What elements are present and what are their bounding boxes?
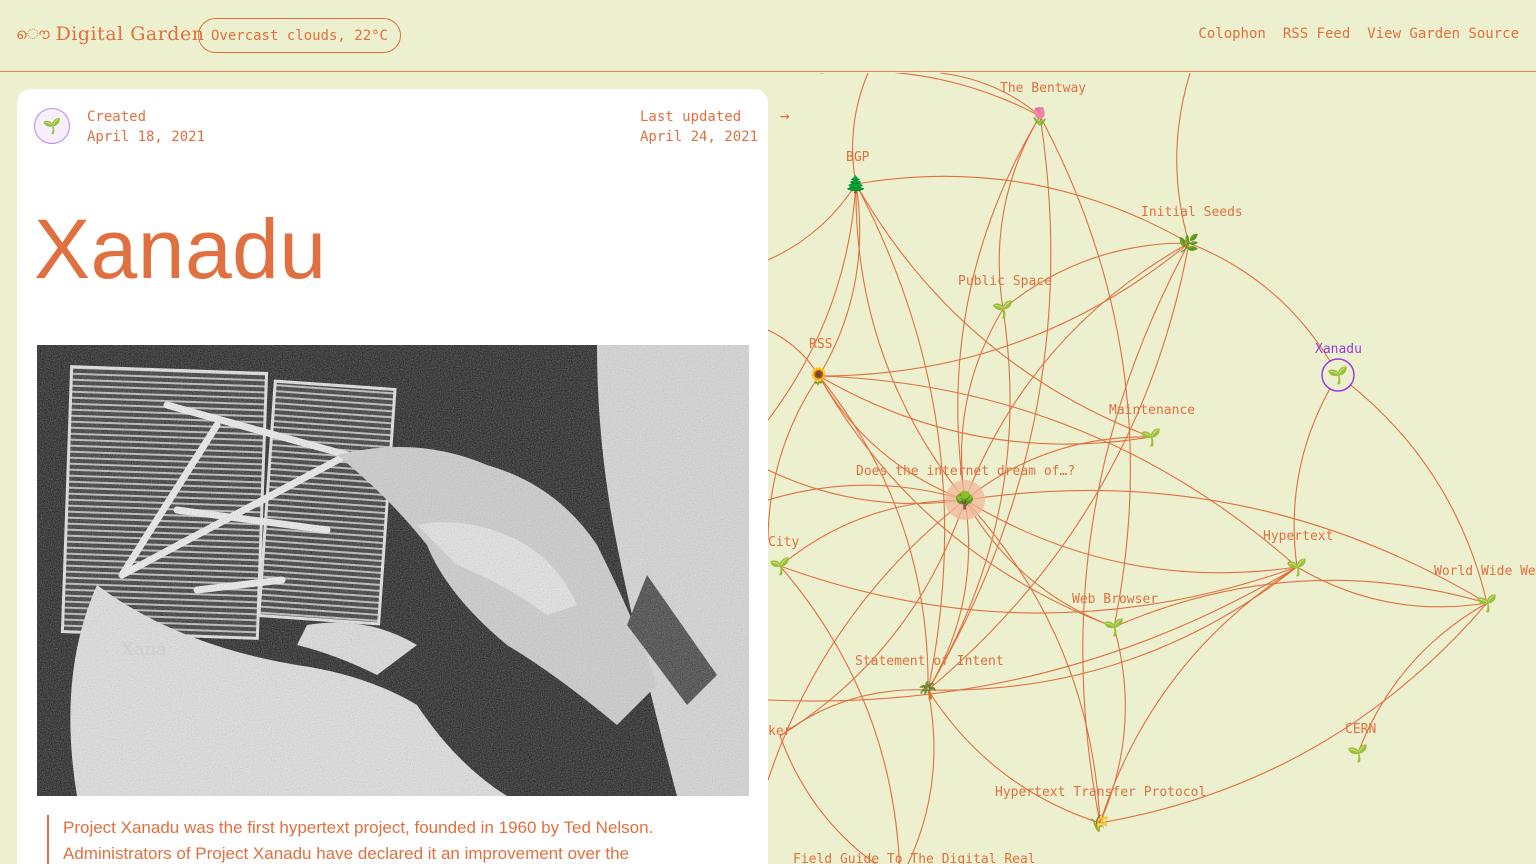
graph-node-bgp[interactable]: BGP 🌲 bbox=[845, 150, 869, 195]
graph-edge bbox=[1082, 242, 1190, 824]
updated-date: April 24, 2021 bbox=[640, 129, 759, 145]
graph-node-statement[interactable]: Statement of Intent 🌴 bbox=[855, 654, 1004, 701]
graph-node-label: ker bbox=[768, 724, 792, 739]
site-header: ൌ Digital Garden Overcast clouds, 22°C C… bbox=[0, 0, 1536, 72]
graph-node-label: Field Guide To The Digital Real bbox=[793, 852, 1036, 864]
graph-node-hypertext[interactable]: Hypertext 🌱 bbox=[1263, 529, 1333, 578]
graph-node-label: Xanadu bbox=[1315, 342, 1362, 357]
graph-node-xanadu[interactable]: Xanadu 🌱 bbox=[1315, 342, 1362, 392]
graph-node-label: Web Browser bbox=[1072, 592, 1158, 607]
plant-icon: 🌱 bbox=[1327, 366, 1348, 386]
plant-icon: 🌴 bbox=[917, 680, 938, 701]
plant-icon: 🌱 bbox=[769, 557, 790, 577]
sprout-logo-icon: ൌ bbox=[16, 25, 50, 43]
graph-edge bbox=[1039, 115, 1131, 628]
created-meta: Created April 18, 2021 bbox=[87, 107, 205, 147]
graph-edge bbox=[855, 175, 1190, 244]
graph-node-label: Hypertext bbox=[1263, 529, 1333, 544]
note-card: 🌱 Created April 18, 2021 Last updated Ap… bbox=[17, 89, 768, 864]
plant-icon: 🌷 bbox=[1029, 106, 1050, 127]
graph-node-label: Hypertext Transfer Protocol bbox=[995, 785, 1206, 800]
graph-node-bentway[interactable]: The Bentway 🌷 bbox=[1000, 81, 1086, 127]
nav-colophon[interactable]: Colophon bbox=[1198, 26, 1265, 42]
graph-nodes: The Bentway 🌷 BGP 🌲 Initial Seeds 🌿 Public Spa… bbox=[768, 81, 1536, 864]
graph-edge bbox=[768, 183, 857, 261]
plant-icon: 🌱 bbox=[1476, 594, 1497, 614]
plant-icon: 🌳 bbox=[954, 490, 975, 511]
created-label: Created bbox=[87, 109, 147, 125]
plant-icon: 🌱 bbox=[1286, 558, 1307, 578]
graph-node-label: Does the internet dream of…? bbox=[856, 464, 1075, 479]
graph-node-label: Statement of Intent bbox=[855, 654, 1004, 669]
photo-handwriting: Xana bbox=[121, 639, 167, 660]
site-title: Digital Garden bbox=[55, 23, 205, 45]
plant-icon: 🌱 bbox=[1347, 744, 1368, 764]
updated-label: Last updated bbox=[640, 109, 742, 125]
graph-node-label: Public Space bbox=[958, 274, 1052, 289]
graph-node-label: Initial Seeds bbox=[1141, 205, 1243, 220]
plant-icon: 🌱 bbox=[992, 300, 1013, 320]
graph-edge bbox=[927, 689, 1101, 824]
note-excerpt: Project Xanadu was the first hypertext p… bbox=[47, 815, 707, 864]
site-logo[interactable]: ൌ Digital Garden bbox=[16, 18, 204, 50]
graph-edge bbox=[818, 375, 1152, 445]
plant-icon: 🌱 bbox=[1140, 428, 1161, 448]
plant-icon: 🌱 bbox=[1103, 618, 1124, 638]
plant-icon: 🌾 bbox=[1089, 814, 1110, 834]
graph-node-label: World Wide We bbox=[1434, 564, 1536, 579]
graph-node-cern[interactable]: CERN 🌱 bbox=[1345, 722, 1376, 764]
growth-stage-avatar: 🌱 bbox=[34, 108, 70, 144]
plant-icon: 🌿 bbox=[1178, 233, 1199, 254]
plant-icon: 🌻 bbox=[808, 366, 829, 387]
graph-edge bbox=[907, 689, 935, 864]
graph-node-label: Maintenance bbox=[1109, 403, 1195, 418]
graph-node-label: RSS bbox=[809, 337, 832, 352]
page-title: Xanadu bbox=[34, 202, 327, 296]
graph-edge bbox=[768, 375, 820, 541]
weather-badge: Overcast clouds, 22°C bbox=[198, 18, 401, 53]
graph-node-http[interactable]: Hypertext Transfer Protocol 🌾 bbox=[995, 785, 1206, 834]
nav-rss-feed[interactable]: RSS Feed bbox=[1283, 26, 1350, 42]
graph-node-field[interactable]: Field Guide To The Digital Real bbox=[793, 852, 1036, 864]
graph-edge bbox=[779, 499, 966, 567]
graph-edge bbox=[1113, 579, 1488, 628]
garden-graph[interactable]: The Bentway 🌷 BGP 🌲 Initial Seeds 🌿 Public Spa… bbox=[768, 73, 1536, 864]
graph-edge bbox=[852, 73, 869, 185]
graph-edge bbox=[855, 183, 946, 691]
graph-node-seeds[interactable]: Initial Seeds 🌿 bbox=[1141, 205, 1243, 254]
top-nav: Colophon RSS Feed View Garden Source bbox=[1198, 26, 1519, 42]
graph-node-label: The Bentway bbox=[1000, 81, 1086, 96]
graph-edge bbox=[927, 115, 1052, 691]
graph-edge bbox=[964, 499, 1115, 628]
seedling-icon: 🌱 bbox=[42, 117, 62, 135]
graph-node-label: City bbox=[768, 535, 799, 550]
graph-node-public[interactable]: Public Space 🌱 bbox=[958, 274, 1052, 320]
graph-node-label: CERN bbox=[1345, 722, 1376, 737]
graph-node-label: BGP bbox=[846, 150, 870, 165]
graph-node-ker[interactable]: ker bbox=[768, 724, 792, 739]
graph-edge bbox=[964, 499, 1298, 574]
graph-edge bbox=[855, 183, 966, 501]
xanadu-photo: Xana bbox=[37, 345, 749, 796]
graph-edge bbox=[779, 565, 900, 864]
nav-view-source[interactable]: View Garden Source bbox=[1367, 26, 1519, 42]
plant-icon: 🌲 bbox=[845, 174, 866, 195]
created-date: April 18, 2021 bbox=[87, 129, 206, 145]
graph-node-rss[interactable]: RSS 🌻 bbox=[808, 337, 832, 387]
updated-meta: Last updated April 24, 2021 bbox=[640, 107, 758, 147]
